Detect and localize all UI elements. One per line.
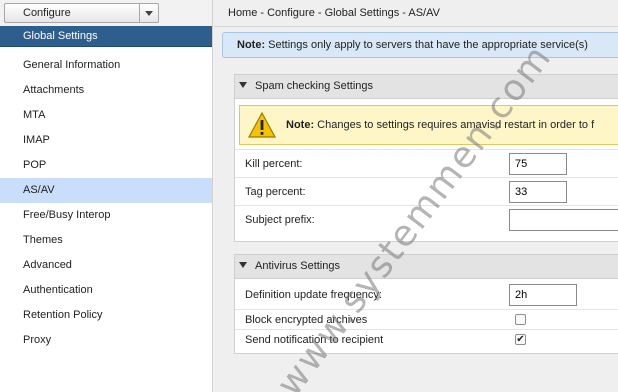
spam-section-header[interactable]: Spam checking Settings: [235, 75, 618, 99]
kill-percent-row: Kill percent:: [235, 149, 618, 177]
sidebar-item-authentication[interactable]: Authentication: [0, 278, 212, 303]
kill-percent-input[interactable]: [509, 153, 567, 175]
note-prefix: Note:: [237, 39, 266, 51]
sidebar-item-proxy[interactable]: Proxy: [0, 328, 212, 353]
tag-percent-input[interactable]: [509, 181, 567, 203]
sidebar: Configure Global Settings General Inform…: [0, 0, 213, 392]
nav-list: General Information Attachments MTA IMAP…: [0, 47, 212, 353]
sidebar-item-as-av[interactable]: AS/AV: [0, 178, 212, 203]
sidebar-item-themes[interactable]: Themes: [0, 228, 212, 253]
main-panel: Home - Configure - Global Settings - AS/…: [214, 0, 618, 392]
antivirus-section-title: Antivirus Settings: [255, 260, 340, 272]
tag-percent-row: Tag percent:: [235, 177, 618, 205]
block-encrypted-row: Block encrypted archives: [235, 309, 618, 329]
antivirus-section-header[interactable]: Antivirus Settings: [235, 255, 618, 279]
definition-update-row: Definition update frequency:: [235, 281, 618, 309]
warning-text: Note: Changes to settings requires amavi…: [286, 119, 594, 131]
sidebar-item-imap[interactable]: IMAP: [0, 128, 212, 153]
nav-header-global-settings[interactable]: Global Settings: [0, 26, 212, 47]
subject-prefix-input[interactable]: [509, 209, 618, 231]
chevron-down-icon[interactable]: [139, 4, 158, 22]
sidebar-item-attachments[interactable]: Attachments: [0, 78, 212, 103]
note-text: Settings only apply to servers that have…: [265, 39, 588, 51]
definition-update-label: Definition update frequency:: [245, 289, 382, 301]
sidebar-item-free-busy-interop[interactable]: Free/Busy Interop: [0, 203, 212, 228]
send-notification-checkbox[interactable]: ✔: [515, 334, 526, 345]
kill-percent-label: Kill percent:: [245, 158, 303, 170]
collapse-triangle-icon[interactable]: [239, 262, 247, 269]
subject-prefix-row: Subject prefix:: [235, 205, 618, 233]
note-banner: Note: Settings only apply to servers tha…: [222, 32, 618, 58]
warning-icon: [248, 112, 276, 138]
send-notification-row: Send notification to recipient ✔: [235, 329, 618, 349]
configure-label: Configure: [23, 7, 71, 19]
sidebar-item-retention-policy[interactable]: Retention Policy: [0, 303, 212, 328]
warning-banner: Note: Changes to settings requires amavi…: [239, 105, 618, 145]
configure-dropdown[interactable]: Configure: [4, 3, 159, 23]
tag-percent-label: Tag percent:: [245, 186, 306, 198]
spam-section-title: Spam checking Settings: [255, 80, 374, 92]
definition-update-input[interactable]: [509, 284, 577, 306]
antivirus-section: Antivirus Settings Definition update fre…: [234, 254, 618, 354]
breadcrumb: Home - Configure - Global Settings - AS/…: [214, 0, 618, 27]
warning-prefix: Note:: [286, 119, 315, 131]
sidebar-item-advanced[interactable]: Advanced: [0, 253, 212, 278]
block-encrypted-checkbox[interactable]: [515, 314, 526, 325]
sidebar-item-general-information[interactable]: General Information: [0, 53, 212, 78]
subject-prefix-label: Subject prefix:: [245, 214, 315, 226]
warning-message: Changes to settings requires amavisd res…: [314, 119, 595, 131]
send-notification-label: Send notification to recipient: [245, 334, 384, 346]
sidebar-item-mta[interactable]: MTA: [0, 103, 212, 128]
configure-bar: Configure: [0, 0, 212, 26]
collapse-triangle-icon[interactable]: [239, 82, 247, 89]
block-encrypted-label: Block encrypted archives: [245, 314, 368, 326]
sidebar-item-pop[interactable]: POP: [0, 153, 212, 178]
spam-checking-section: Spam checking Settings Note: Changes to …: [234, 74, 618, 242]
